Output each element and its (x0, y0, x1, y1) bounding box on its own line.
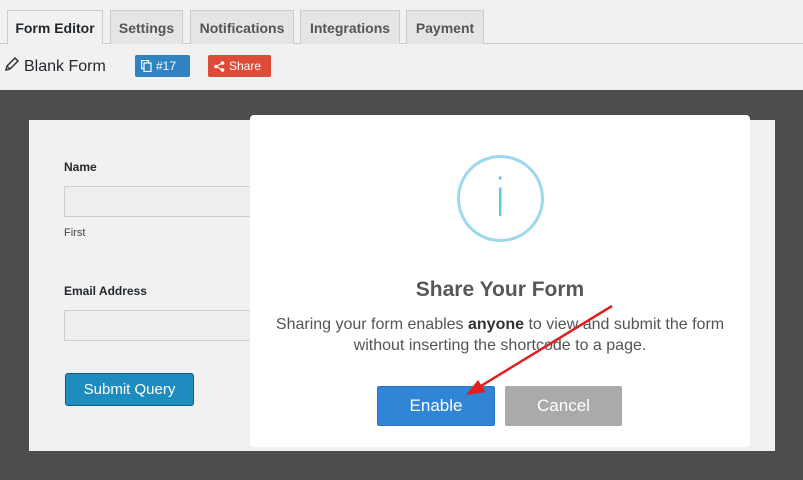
submit-button[interactable]: Submit Query (65, 373, 194, 406)
email-label: Email Address (64, 284, 147, 298)
tab-form-editor[interactable]: Form Editor (7, 10, 103, 45)
name-label: Name (64, 160, 97, 174)
share-badge-button[interactable]: Share (208, 55, 271, 77)
share-badge-label: Share (229, 59, 262, 73)
dialog-message-start: Sharing your form enables (275, 316, 468, 333)
email-input[interactable] (64, 310, 264, 341)
form-id-badge[interactable]: #17 (135, 55, 190, 77)
tab-bar: Form Editor Settings Notifications Integ… (0, 0, 803, 45)
enable-button[interactable]: Enable (377, 386, 495, 426)
share-icon (214, 60, 225, 72)
cancel-button[interactable]: Cancel (505, 386, 622, 426)
form-title[interactable]: Blank Form (24, 58, 106, 76)
dialog-title: Share Your Form (415, 278, 585, 301)
form-id-label: #17 (156, 59, 177, 73)
tab-integrations[interactable]: Integrations (300, 10, 400, 45)
copy-icon (141, 60, 152, 72)
dialog-message: Sharing your form enables anyone to view… (275, 314, 725, 356)
first-name-input[interactable] (64, 186, 264, 217)
tab-notifications[interactable]: Notifications (190, 10, 294, 45)
tab-settings[interactable]: Settings (110, 10, 183, 45)
dialog-message-emphasis: anyone (468, 316, 525, 333)
form-title-bar: Blank Form #17 Share (0, 44, 803, 90)
info-icon: i (457, 155, 544, 242)
share-form-dialog: i Share Your Form Sharing your form enab… (250, 115, 750, 447)
tab-payment[interactable]: Payment (406, 10, 484, 45)
pencil-icon[interactable] (4, 56, 20, 72)
first-name-sublabel: First (64, 227, 86, 239)
